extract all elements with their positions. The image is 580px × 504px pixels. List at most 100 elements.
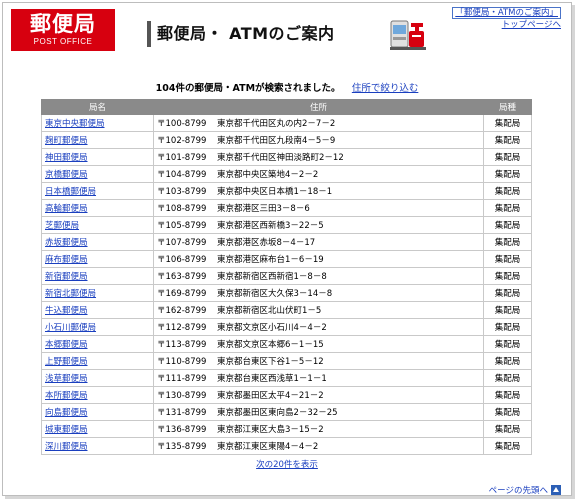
japan-post-logo[interactable]: 郵便局 POST OFFICE [11, 9, 115, 51]
office-link[interactable]: 新宿郵便局 [45, 272, 88, 282]
cell-office-name: 麻布郵便局 [41, 250, 154, 268]
cell-office-name: 高輪郵便局 [41, 199, 154, 217]
page-top-label: ページの先頭へ [488, 486, 548, 496]
address-text: 東京都千代田区九段南4－5－9 [217, 136, 336, 146]
office-link[interactable]: 深川郵便局 [45, 442, 88, 452]
address-text: 東京都千代田区丸の内2－7－2 [217, 119, 336, 129]
title-accent-bar [147, 21, 151, 47]
cell-address: 〒169-8799 東京都新宿区大久保3－14－8 [153, 284, 484, 302]
cell-address: 〒101-8799 東京都千代田区神田淡路町2－12 [153, 148, 484, 166]
cell-office-name: 新宿郵便局 [41, 267, 154, 285]
cell-office-type: 集配局 [483, 301, 532, 319]
next-page-link[interactable]: 次の20件を表示 [256, 460, 318, 470]
table-row: 東京中央郵便局 〒100-8799 東京都千代田区丸の内2－7－2 集配局 [41, 114, 532, 132]
office-link[interactable]: 東京中央郵便局 [45, 119, 105, 129]
cell-office-type: 集配局 [483, 352, 532, 370]
cell-office-name: 牛込郵便局 [41, 301, 154, 319]
address-text: 東京都台東区下谷1－5－12 [217, 357, 324, 367]
address-text: 東京都文京区小石川4－4－2 [217, 323, 327, 333]
cell-address: 〒100-8799 東京都千代田区丸の内2－7－2 [153, 114, 484, 132]
cell-office-name: 城東郵便局 [41, 420, 154, 438]
cell-office-type: 集配局 [483, 250, 532, 268]
office-link[interactable]: 本所郵便局 [45, 391, 88, 401]
result-count-text: 104件の郵便局・ATMが検索されました。 [155, 83, 341, 94]
table-row: 京橋郵便局 〒104-8799 東京都中央区築地4－2－2 集配局 [41, 165, 532, 183]
office-link[interactable]: 上野郵便局 [45, 357, 88, 367]
cell-office-type: 集配局 [483, 131, 532, 149]
cell-address: 〒104-8799 東京都中央区築地4－2－2 [153, 165, 484, 183]
table-row: 芝郵便局 〒105-8799 東京都港区西新橋3－22－5 集配局 [41, 216, 532, 234]
cell-office-name: 深川郵便局 [41, 437, 154, 455]
table-row: 高輪郵便局 〒108-8799 東京都港区三田3－8－6 集配局 [41, 199, 532, 217]
address-text: 東京都中央区日本橋1－18－1 [217, 187, 333, 197]
cell-address: 〒131-8799 東京都墨田区東向島2－32－25 [153, 403, 484, 421]
address-text: 東京都文京区本郷6－1－15 [217, 340, 324, 350]
search-summary: 104件の郵便局・ATMが検索されました。 住所で絞り込む [3, 80, 571, 94]
column-header-type: 局種 [483, 99, 532, 115]
cell-address: 〒162-8799 東京都新宿区北山伏町1－5 [153, 301, 484, 319]
cell-address: 〒136-8799 東京都江東区大島3－15－2 [153, 420, 484, 438]
postal-code: 〒169-8799 [157, 289, 207, 299]
cell-office-type: 集配局 [483, 369, 532, 387]
address-text: 東京都港区三田3－8－6 [217, 204, 310, 214]
postbox-atm-icon [390, 20, 426, 50]
table-row: 新宿北郵便局 〒169-8799 東京都新宿区大久保3－14－8 集配局 [41, 284, 532, 302]
office-link[interactable]: 麹町郵便局 [45, 136, 88, 146]
cell-office-type: 集配局 [483, 216, 532, 234]
office-link[interactable]: 小石川郵便局 [45, 323, 96, 333]
postal-code: 〒107-8799 [157, 238, 207, 248]
cell-office-name: 浅草郵便局 [41, 369, 154, 387]
cell-address: 〒111-8799 東京都台東区西浅草1－1－1 [153, 369, 484, 387]
postal-code: 〒100-8799 [157, 119, 207, 129]
office-link[interactable]: 向島郵便局 [45, 408, 88, 418]
cell-address: 〒113-8799 東京都文京区本郷6－1－15 [153, 335, 484, 353]
cell-address: 〒130-8799 東京都墨田区太平4－21－2 [153, 386, 484, 404]
table-row: 新宿郵便局 〒163-8799 東京都新宿区西新宿1－8－8 集配局 [41, 267, 532, 285]
postal-code: 〒102-8799 [157, 136, 207, 146]
page-frame: 郵便局 POST OFFICE 郵便局・ ATMのご案内 「郵便局・ATMのご案… [2, 2, 572, 496]
office-link[interactable]: 京橋郵便局 [45, 170, 88, 180]
cell-office-name: 新宿北郵便局 [41, 284, 154, 302]
office-link[interactable]: 高輪郵便局 [45, 204, 88, 214]
column-header-address: 住所 [153, 99, 484, 115]
page-top-link[interactable]: ページの先頭へ [489, 484, 561, 496]
atm-guide-link[interactable]: 「郵便局・ATMのご案内」 [452, 7, 561, 19]
results-table: 局名 住所 局種 東京中央郵便局 〒100-8799 東京都千代田区丸の内2－7－2… [41, 99, 532, 455]
table-row: 麹町郵便局 〒102-8799 東京都千代田区九段南4－5－9 集配局 [41, 131, 532, 149]
address-text: 東京都中央区築地4－2－2 [217, 170, 319, 180]
table-row: 上野郵便局 〒110-8799 東京都台東区下谷1－5－12 集配局 [41, 352, 532, 370]
postal-code: 〒130-8799 [157, 391, 207, 401]
table-row: 向島郵便局 〒131-8799 東京都墨田区東向島2－32－25 集配局 [41, 403, 532, 421]
cell-address: 〒103-8799 東京都中央区日本橋1－18－1 [153, 182, 484, 200]
office-link[interactable]: 牛込郵便局 [45, 306, 88, 316]
office-link[interactable]: 芝郵便局 [45, 221, 79, 231]
office-link[interactable]: 赤坂郵便局 [45, 238, 88, 248]
top-page-link[interactable]: トップページへ [502, 20, 561, 30]
postal-code: 〒131-8799 [157, 408, 207, 418]
cell-office-type: 集配局 [483, 420, 532, 438]
cell-address: 〒102-8799 東京都千代田区九段南4－5－9 [153, 131, 484, 149]
office-link[interactable]: 本郷郵便局 [45, 340, 88, 350]
office-link[interactable]: 城東郵便局 [45, 425, 88, 435]
postal-code: 〒105-8799 [157, 221, 207, 231]
cell-office-name: 向島郵便局 [41, 403, 154, 421]
cell-address: 〒112-8799 東京都文京区小石川4－4－2 [153, 318, 484, 336]
cell-office-type: 集配局 [483, 284, 532, 302]
cell-office-type: 集配局 [483, 182, 532, 200]
cell-address: 〒163-8799 東京都新宿区西新宿1－8－8 [153, 267, 484, 285]
cell-office-name: 神田郵便局 [41, 148, 154, 166]
address-text: 東京都港区麻布台1－6－19 [217, 255, 324, 265]
table-row: 城東郵便局 〒136-8799 東京都江東区大島3－15－2 集配局 [41, 420, 532, 438]
postal-code: 〒112-8799 [157, 323, 207, 333]
office-link[interactable]: 浅草郵便局 [45, 374, 88, 384]
postal-code: 〒104-8799 [157, 170, 207, 180]
postal-code: 〒101-8799 [157, 153, 207, 163]
office-link[interactable]: 神田郵便局 [45, 153, 88, 163]
cell-office-type: 集配局 [483, 165, 532, 183]
address-text: 東京都墨田区太平4－21－2 [217, 391, 324, 401]
cell-office-type: 集配局 [483, 233, 532, 251]
office-link[interactable]: 日本橋郵便局 [45, 187, 96, 197]
office-link[interactable]: 麻布郵便局 [45, 255, 88, 265]
refine-by-address-link[interactable]: 住所で絞り込む [352, 83, 419, 94]
office-link[interactable]: 新宿北郵便局 [45, 289, 96, 299]
